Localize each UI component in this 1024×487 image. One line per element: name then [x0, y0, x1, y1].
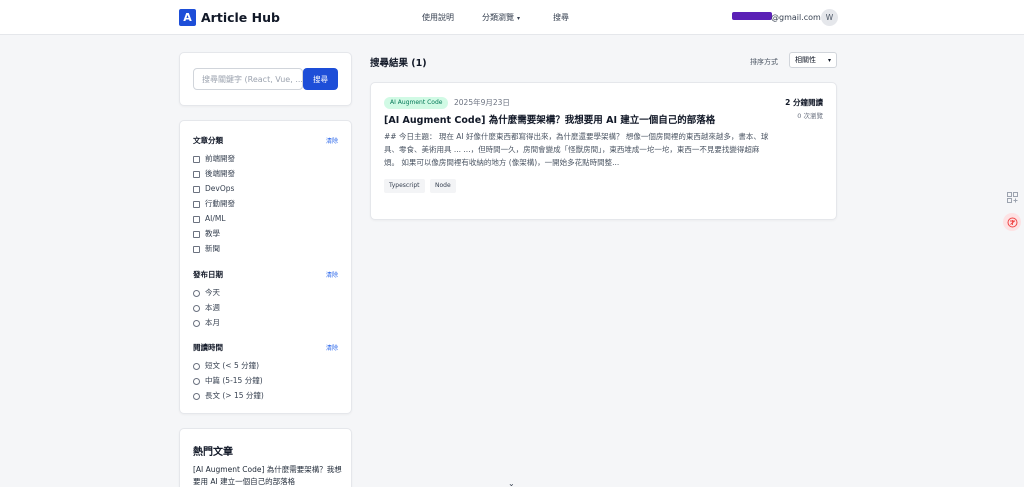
chevron-down-icon[interactable]: ⌄	[508, 479, 515, 487]
checkbox[interactable]	[193, 170, 200, 178]
top-navbar: A Article Hub 使用說明 分類瀏覽 ▾ 搜尋 @gmail.com W	[0, 0, 1024, 35]
hot-articles-title: 熱門文章	[193, 447, 233, 458]
search-card: 搜尋關鍵字 (React, Vue, ... 搜尋	[179, 52, 352, 106]
category-option[interactable]: 後端開發	[193, 169, 235, 179]
hot-article-link[interactable]: [AI Augment Code] 為什麼需要架構？我想要用 AI 建立一個自己…	[193, 464, 343, 487]
email-redaction	[732, 12, 772, 20]
checkbox[interactable]	[193, 185, 200, 193]
article-excerpt: ## 今日主題： 現在 AI 好像什麼東西都寫得出來，為什麼還要學架構？ 想像一…	[384, 132, 769, 167]
checkbox[interactable]	[193, 245, 200, 253]
nav-guide-link[interactable]: 使用說明	[422, 12, 454, 23]
category-badge[interactable]: AI Augment Code	[384, 97, 449, 109]
category-option[interactable]: 行動開發	[193, 199, 235, 209]
apps-grid-svg	[1006, 191, 1018, 203]
reading-time-filter-title: 閱讀時間	[193, 343, 223, 352]
category-clear-link[interactable]: 清除	[326, 136, 338, 145]
category-option[interactable]: 新聞	[193, 244, 220, 254]
avatar[interactable]: W	[821, 9, 838, 26]
sort-value: 相關性	[795, 56, 816, 64]
search-button[interactable]: 搜尋	[303, 68, 338, 90]
article-title[interactable]: [AI Augment Code] 為什麼需要架構？我想要用 AI 建立一個自己…	[384, 112, 715, 126]
date-option[interactable]: 本月	[193, 318, 220, 328]
date-option[interactable]: 今天	[193, 288, 220, 298]
reading-time-option[interactable]: 短文 (< 5 分鐘)	[193, 361, 259, 371]
nav-categories-link[interactable]: 分類瀏覽 ▾	[482, 12, 520, 24]
checkbox[interactable]	[193, 155, 200, 163]
radio[interactable]	[193, 289, 200, 297]
article-date: 2025年9月23日	[454, 98, 510, 107]
tag-chip[interactable]: Typescript	[384, 179, 425, 193]
translate-svg	[1007, 217, 1017, 227]
radio[interactable]	[193, 304, 200, 312]
nav-search-link[interactable]: 搜尋	[553, 12, 569, 23]
user-email: @gmail.com	[771, 13, 821, 22]
sort-select[interactable]: 相關性 ▾	[789, 52, 837, 68]
reading-time-clear-link[interactable]: 清除	[326, 343, 338, 352]
view-count: 0 次瀏覽	[797, 112, 823, 120]
article-card[interactable]: AI Augment Code 2025年9月23日 2 分鐘閱讀 0 次瀏覽 …	[370, 82, 837, 220]
reading-time-option[interactable]: 中篇 (5-15 分鐘)	[193, 376, 263, 386]
checkbox[interactable]	[193, 215, 200, 223]
checkbox[interactable]	[193, 230, 200, 238]
category-option[interactable]: AI/ML	[193, 214, 226, 224]
read-time: 2 分鐘閱讀	[785, 98, 823, 107]
results-title: 搜尋結果 (1)	[370, 58, 427, 69]
radio[interactable]	[193, 362, 200, 370]
category-filter-title: 文章分類	[193, 136, 223, 145]
filters-card: 文章分類 清除 前端開發 後端開發 DevOps 行動開發 AI/ML 教學 新…	[179, 120, 352, 414]
date-filter-title: 發布日期	[193, 270, 223, 279]
category-option[interactable]: 前端開發	[193, 154, 235, 164]
reading-time-option[interactable]: 長文 (> 15 分鐘)	[193, 391, 264, 401]
category-option[interactable]: DevOps	[193, 184, 234, 194]
search-input[interactable]: 搜尋關鍵字 (React, Vue, ...	[193, 68, 303, 90]
apps-grid-icon[interactable]	[1005, 190, 1019, 204]
radio[interactable]	[193, 319, 200, 327]
nav-categories-label: 分類瀏覽	[482, 13, 514, 22]
date-clear-link[interactable]: 清除	[326, 270, 338, 279]
hot-articles-card: 熱門文章 [AI Augment Code] 為什麼需要架構？我想要用 AI 建…	[179, 428, 352, 487]
radio[interactable]	[193, 377, 200, 385]
translate-icon[interactable]	[1003, 213, 1021, 231]
chevron-down-icon: ▾	[827, 56, 831, 64]
category-option[interactable]: 教學	[193, 229, 220, 239]
logo-icon[interactable]: A	[179, 9, 196, 26]
date-option[interactable]: 本週	[193, 303, 220, 313]
tag-chip[interactable]: Node	[430, 179, 456, 193]
radio[interactable]	[193, 392, 200, 400]
checkbox[interactable]	[193, 200, 200, 208]
chevron-down-icon: ▾	[517, 15, 521, 22]
sort-label: 排序方式	[750, 58, 778, 66]
brand-name[interactable]: Article Hub	[201, 9, 280, 26]
